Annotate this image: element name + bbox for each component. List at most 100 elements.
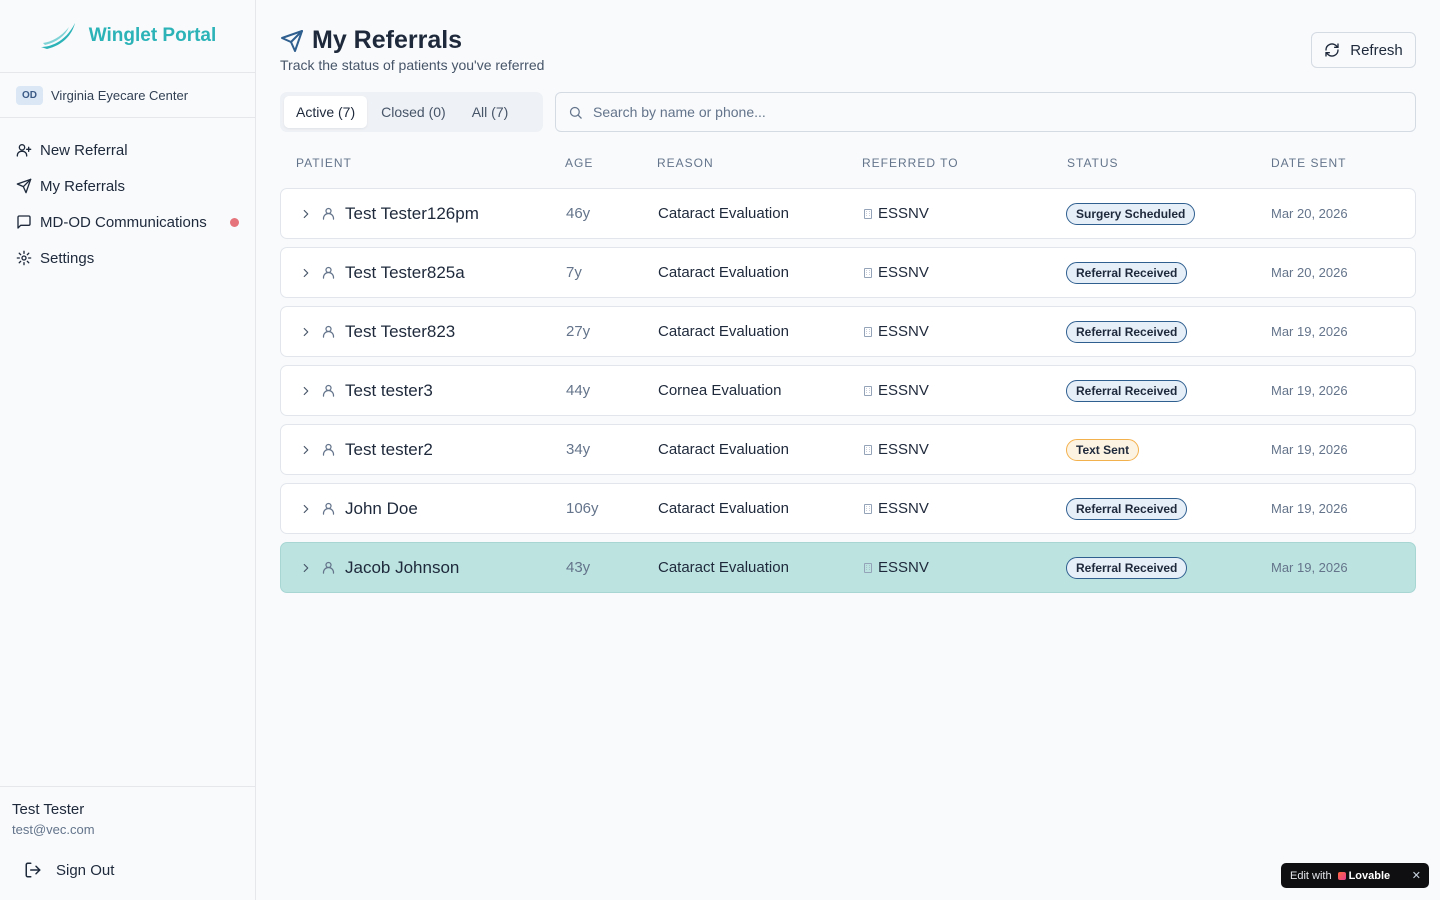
patient-name: Test Tester823 (345, 321, 456, 341)
table-row[interactable]: Test Tester823 27y Cataract Evaluation ESSN… (280, 306, 1416, 357)
referred-to-label: ESSNV (878, 264, 929, 281)
status-badge: Referral Received (1066, 320, 1188, 343)
referred-to-label: ESSNV (878, 500, 929, 517)
winglet-logo-icon (40, 23, 75, 49)
status-cell: Text Sent (1066, 425, 1140, 474)
sidebar-item-new-referral[interactable]: New Referral (0, 132, 255, 168)
table-row[interactable]: Test Tester126pm 46y Cataract Evaluation ES… (280, 188, 1416, 239)
message-icon (17, 215, 31, 229)
status-badge: Referral Received (1066, 497, 1188, 520)
expand-chevron-icon[interactable] (299, 307, 313, 356)
org-type-badge: OD (16, 85, 43, 105)
referred-to: ESSNV (862, 366, 929, 415)
status-badge: Surgery Scheduled (1066, 202, 1196, 225)
column-header-patient[interactable]: PATIENT (296, 156, 352, 170)
date-sent: Mar 19, 2026 (1271, 324, 1348, 339)
person-icon (321, 248, 336, 297)
expand-chevron-icon[interactable] (299, 543, 313, 592)
org-name: Virginia Eyecare Center (51, 87, 189, 103)
column-header-age[interactable]: AGE (565, 156, 593, 170)
person-icon (321, 425, 336, 474)
referred-to: ESSNV (862, 425, 929, 474)
column-header-status[interactable]: STATUS (1067, 156, 1119, 170)
lovable-brand: Lovable (1348, 869, 1391, 882)
sidebar-item-settings[interactable]: Settings (0, 240, 255, 276)
referred-to: ESSNV (862, 248, 929, 297)
sidebar: Winglet Portal OD Virginia Eyecare Cente… (0, 0, 256, 900)
sign-out-button[interactable]: Sign Out (12, 855, 114, 885)
status-cell: Surgery Scheduled (1066, 189, 1196, 238)
referral-reason: Cataract Evaluation (658, 205, 789, 222)
tab-closed[interactable]: Closed (0) (369, 96, 458, 128)
building-icon (864, 385, 872, 396)
patient-age: 106y (566, 500, 599, 517)
tab-all[interactable]: All (7) (460, 96, 521, 128)
brand-title: Winglet Portal (88, 25, 217, 46)
send-icon (16, 178, 32, 194)
referred-to-label: ESSNV (878, 323, 929, 340)
column-header-referred-to[interactable]: REFERRED TO (862, 156, 959, 170)
user-info: Test Tester test@vec.com (0, 786, 255, 837)
sidebar-nav: New Referral My Referrals MD-OD Communic… (0, 118, 255, 276)
tab-active[interactable]: Active (7) (284, 96, 368, 128)
lovable-logo: Lovable (1337, 869, 1391, 882)
main-content: My Referrals Track the status of patient… (256, 0, 1440, 900)
refresh-label: Refresh (1350, 41, 1403, 59)
close-icon[interactable]: ✕ (1412, 869, 1421, 882)
referral-reason: Cataract Evaluation (658, 323, 789, 340)
building-icon (864, 503, 872, 514)
table-header: PATIENT AGE REASON REFERRED TO STATUS DA… (280, 156, 1416, 172)
patient-name: Test tester2 (345, 439, 433, 459)
expand-chevron-icon[interactable] (299, 484, 313, 533)
edit-with-lovable-badge[interactable]: Edit with Lovable ✕ (1281, 863, 1429, 888)
referral-reason: Cornea Evaluation (658, 382, 782, 399)
building-icon (864, 444, 872, 455)
person-icon (321, 484, 336, 533)
status-badge: Referral Received (1066, 261, 1188, 284)
table-row[interactable]: Test tester2 34y Cataract Evaluation ESSNV T… (280, 424, 1416, 475)
referred-to: ESSNV (862, 189, 929, 238)
patient-name: Test Tester126pm (345, 203, 479, 223)
building-icon (864, 267, 872, 278)
sidebar-item-md-od-communications[interactable]: MD-OD Communications (0, 204, 255, 240)
search-icon (569, 106, 582, 119)
expand-chevron-icon[interactable] (299, 366, 313, 415)
table-row[interactable]: Test tester3 44y Cornea Evaluation ESSNV Ref… (280, 365, 1416, 416)
expand-chevron-icon[interactable] (299, 248, 313, 297)
table-row[interactable]: Jacob Johnson 43y Cataract Evaluation ESSNV… (280, 542, 1416, 593)
column-header-date-sent[interactable]: DATE SENT (1271, 156, 1346, 170)
sidebar-item-label: New Referral (40, 141, 128, 159)
refresh-button[interactable]: Refresh (1311, 32, 1416, 68)
status-badge: Referral Received (1066, 556, 1188, 579)
column-header-reason[interactable]: REASON (657, 156, 714, 170)
referral-reason: Cataract Evaluation (658, 441, 789, 458)
patient-age: 27y (566, 323, 591, 340)
status-badge: Referral Received (1066, 379, 1188, 402)
search-input[interactable] (593, 104, 1393, 120)
referral-reason: Cataract Evaluation (658, 264, 789, 281)
status-cell: Referral Received (1066, 248, 1188, 297)
page-header: My Referrals Track the status of patient… (280, 26, 544, 73)
user-name: Test Tester (12, 801, 85, 818)
table-row[interactable]: Test Tester825a 7y Cataract Evaluation ESSN… (280, 247, 1416, 298)
expand-chevron-icon[interactable] (299, 425, 313, 474)
sidebar-item-my-referrals[interactable]: My Referrals (0, 168, 255, 204)
patient-name: John Doe (345, 498, 418, 518)
expand-chevron-icon[interactable] (299, 189, 313, 238)
person-icon (321, 307, 336, 356)
person-icon (321, 543, 336, 592)
table-row[interactable]: John Doe 106y Cataract Evaluation ESSNV Refe… (280, 483, 1416, 534)
send-icon (281, 29, 303, 52)
status-cell: Referral Received (1066, 366, 1188, 415)
patient-name: Jacob Johnson (345, 557, 460, 577)
brand-header[interactable]: Winglet Portal (0, 0, 255, 73)
sign-out-label: Sign Out (56, 861, 115, 879)
patient-age: 46y (566, 205, 591, 222)
date-sent: Mar 20, 2026 (1271, 206, 1348, 221)
lovable-prefix: Edit with (1290, 869, 1332, 882)
referred-to: ESSNV (862, 307, 929, 356)
patient-age: 43y (566, 559, 591, 576)
status-cell: Referral Received (1066, 484, 1188, 533)
gear-icon (16, 250, 32, 266)
referrals-table: Test Tester126pm 46y Cataract Evaluation ES… (280, 188, 1416, 601)
